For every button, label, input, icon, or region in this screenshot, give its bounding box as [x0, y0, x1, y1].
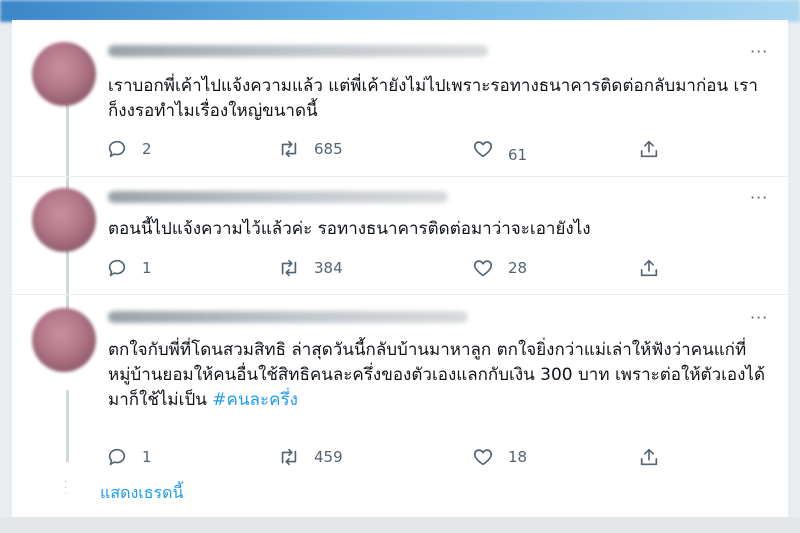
tweet[interactable]: ··· ตกใจกับพี่ที่โดนสวมสิทธิ ล่าสุดวันนี… — [12, 294, 788, 472]
page-bottom-band — [0, 517, 800, 533]
retweet-icon — [281, 259, 297, 277]
share-icon — [640, 448, 658, 466]
retweet-button[interactable]: 384 — [278, 256, 343, 280]
retweet-count: 384 — [314, 259, 343, 277]
reply-count: 2 — [142, 140, 152, 158]
retweet-icon — [281, 448, 297, 466]
heart-icon — [473, 260, 493, 277]
show-thread-link[interactable]: แสดงเธรดนี้ — [100, 481, 183, 506]
like-button[interactable]: 18 — [472, 445, 527, 469]
reply-icon — [108, 448, 126, 466]
retweet-icon — [281, 140, 297, 158]
blurred-username[interactable] — [108, 191, 448, 203]
hashtag-link[interactable]: #คนละครึ่ง — [212, 390, 298, 410]
share-icon — [640, 140, 658, 158]
retweet-button[interactable]: 685 — [278, 137, 343, 161]
blurred-top-banner — [0, 0, 800, 22]
reply-button[interactable]: 1 — [106, 445, 152, 469]
reply-icon — [108, 140, 126, 158]
tweet-body: ตกใจกับพี่ที่โดนสวมสิทธิ ล่าสุดวันนี้กลั… — [108, 340, 766, 410]
reply-count: 1 — [142, 259, 152, 277]
like-count: 18 — [508, 448, 528, 466]
tweet-actions: 2 685 61 — [106, 137, 706, 164]
blurred-username[interactable] — [108, 311, 468, 323]
heart-icon — [473, 141, 493, 158]
like-count: 61 — [508, 146, 528, 164]
heart-icon — [473, 449, 493, 466]
share-button[interactable] — [638, 445, 660, 469]
tweet-text: ตกใจกับพี่ที่โดนสวมสิทธิ ล่าสุดวันนี้กลั… — [108, 338, 768, 413]
reply-count: 1 — [142, 448, 152, 466]
like-count: 28 — [508, 259, 528, 277]
more-options-icon[interactable]: ··· — [750, 308, 768, 327]
avatar[interactable] — [32, 308, 96, 372]
more-options-icon[interactable]: ··· — [750, 42, 768, 61]
retweet-count: 685 — [314, 140, 343, 158]
tweet-text: เราบอกพี่เค้าไปแจ้งความแล้ว แต่พี่เค้ายั… — [108, 76, 758, 121]
share-button[interactable] — [638, 256, 660, 280]
avatar[interactable] — [32, 188, 96, 252]
share-icon — [640, 259, 658, 277]
reply-button[interactable]: 1 — [106, 256, 152, 280]
more-options-icon[interactable]: ··· — [750, 188, 768, 207]
tweet-thread-panel: ··· เราบอกพี่เค้าไปแจ้งความแล้ว แต่พี่เค… — [12, 20, 788, 517]
reply-icon — [108, 259, 126, 277]
like-button[interactable]: 61 — [472, 137, 528, 164]
tweet-text: ตอนนี้ไปแจ้งความไว้แล้วค่ะ รอทางธนาคารติ… — [108, 219, 591, 239]
reply-button[interactable]: 2 — [106, 137, 152, 161]
tweet[interactable]: ··· ตอนนี้ไปแจ้งความไว้แล้วค่ะ รอทางธนาค… — [12, 176, 788, 295]
thread-dots: · · · — [64, 477, 68, 500]
retweet-button[interactable]: 459 — [278, 445, 343, 469]
retweet-count: 459 — [314, 448, 343, 466]
tweet-actions: 1 459 18 — [106, 445, 706, 469]
avatar[interactable] — [32, 42, 96, 106]
share-button[interactable] — [638, 137, 660, 161]
blurred-username[interactable] — [108, 45, 488, 57]
like-button[interactable]: 28 — [472, 256, 527, 280]
tweet[interactable]: ··· เราบอกพี่เค้าไปแจ้งความแล้ว แต่พี่เค… — [12, 20, 788, 177]
tweet-actions: 1 384 28 — [106, 256, 706, 280]
